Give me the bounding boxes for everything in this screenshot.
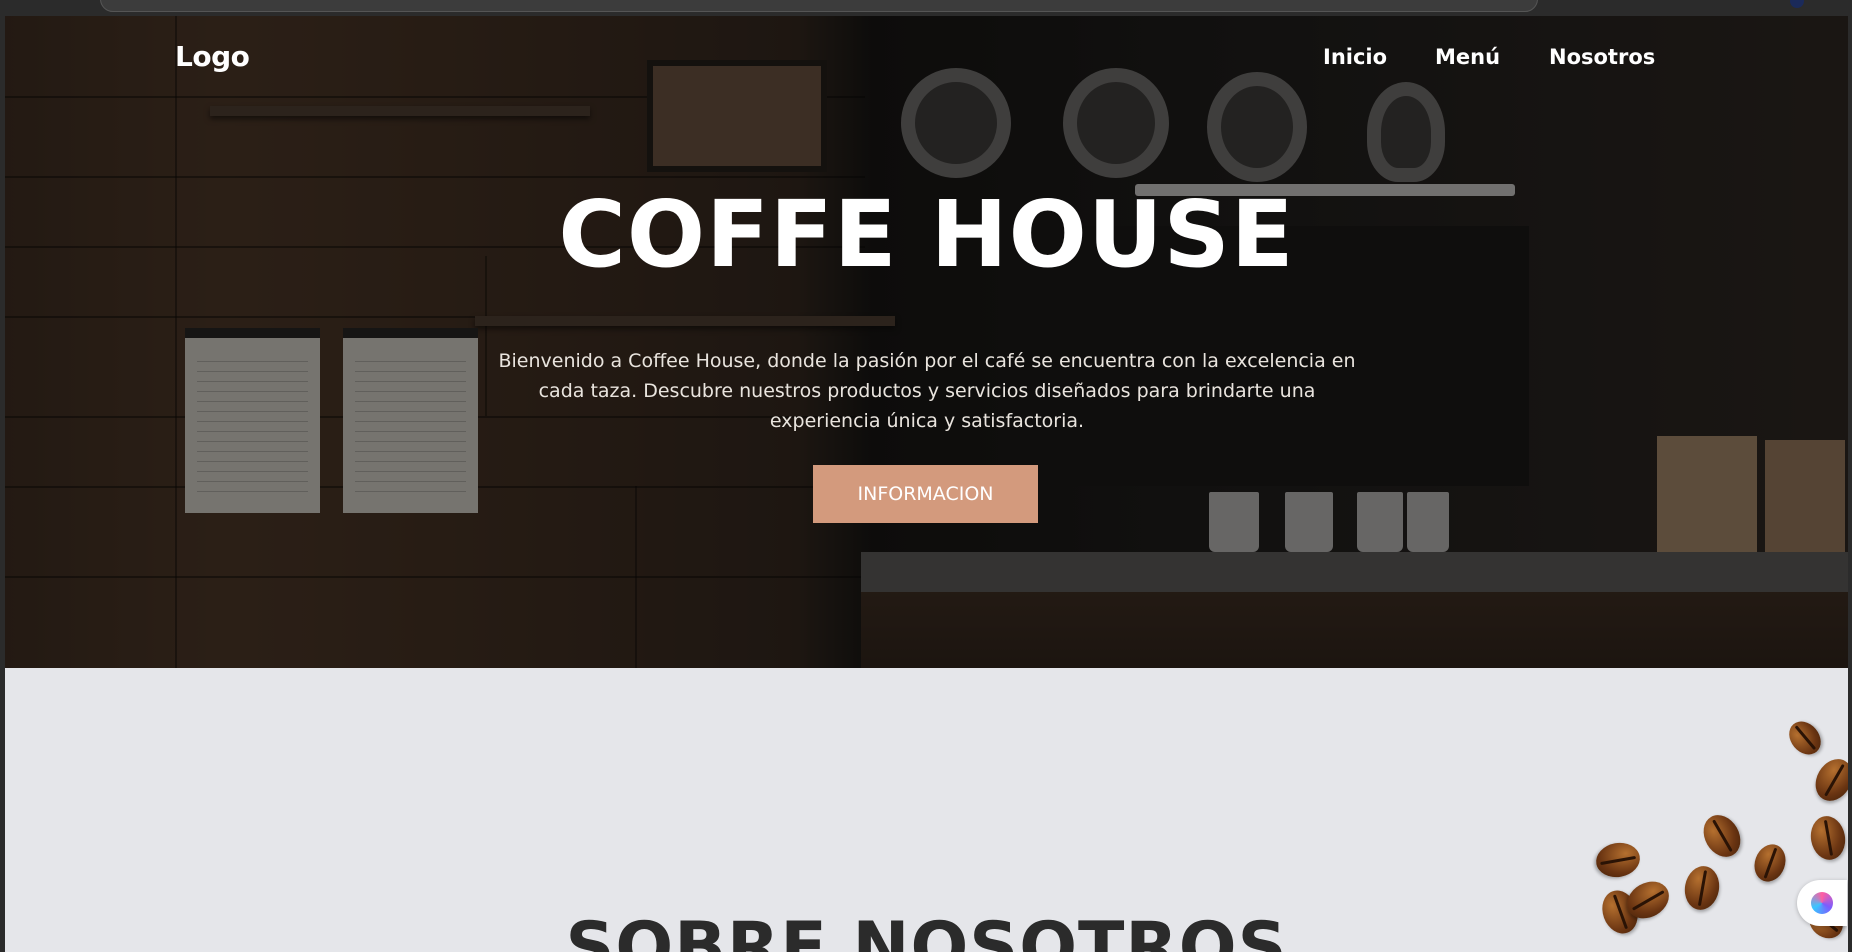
assistant-icon <box>1811 892 1833 914</box>
coffee-bean-image <box>1696 808 1748 864</box>
coffee-bean-image <box>1749 840 1791 886</box>
coffee-bean-image <box>1807 813 1848 863</box>
browser-chrome <box>0 0 1852 16</box>
about-section: SOBRE NOSOTROS <box>5 668 1848 952</box>
site-logo[interactable]: Logo <box>175 40 250 73</box>
coffee-bean-image <box>1808 752 1848 808</box>
page-viewport: Logo Inicio Menú Nosotros COFFE HOUSE Bi… <box>5 16 1848 952</box>
hero-title: COFFE HOUSE <box>558 181 1295 288</box>
hero-description: Bienvenido a Coffee House, donde la pasi… <box>498 350 1356 432</box>
info-button[interactable]: INFORMACION <box>813 465 1038 523</box>
nav-link-menu[interactable]: Menú <box>1435 45 1500 69</box>
profile-avatar-icon[interactable] <box>1790 0 1804 8</box>
about-title: SOBRE NOSOTROS <box>565 908 1288 952</box>
address-bar[interactable] <box>100 0 1538 12</box>
coffee-bean-image <box>1782 715 1828 761</box>
nav-link-nosotros[interactable]: Nosotros <box>1549 45 1655 69</box>
assistant-button[interactable] <box>1797 880 1847 926</box>
hero-dark-overlay <box>5 16 1848 668</box>
nav-link-inicio[interactable]: Inicio <box>1323 45 1387 69</box>
coffee-bean-image <box>1593 839 1643 881</box>
window-edge <box>1848 16 1852 952</box>
coffee-bean-image <box>1681 863 1723 913</box>
main-navigation: Logo Inicio Menú Nosotros <box>5 16 1848 86</box>
hero-section: Logo Inicio Menú Nosotros COFFE HOUSE Bi… <box>5 16 1848 668</box>
